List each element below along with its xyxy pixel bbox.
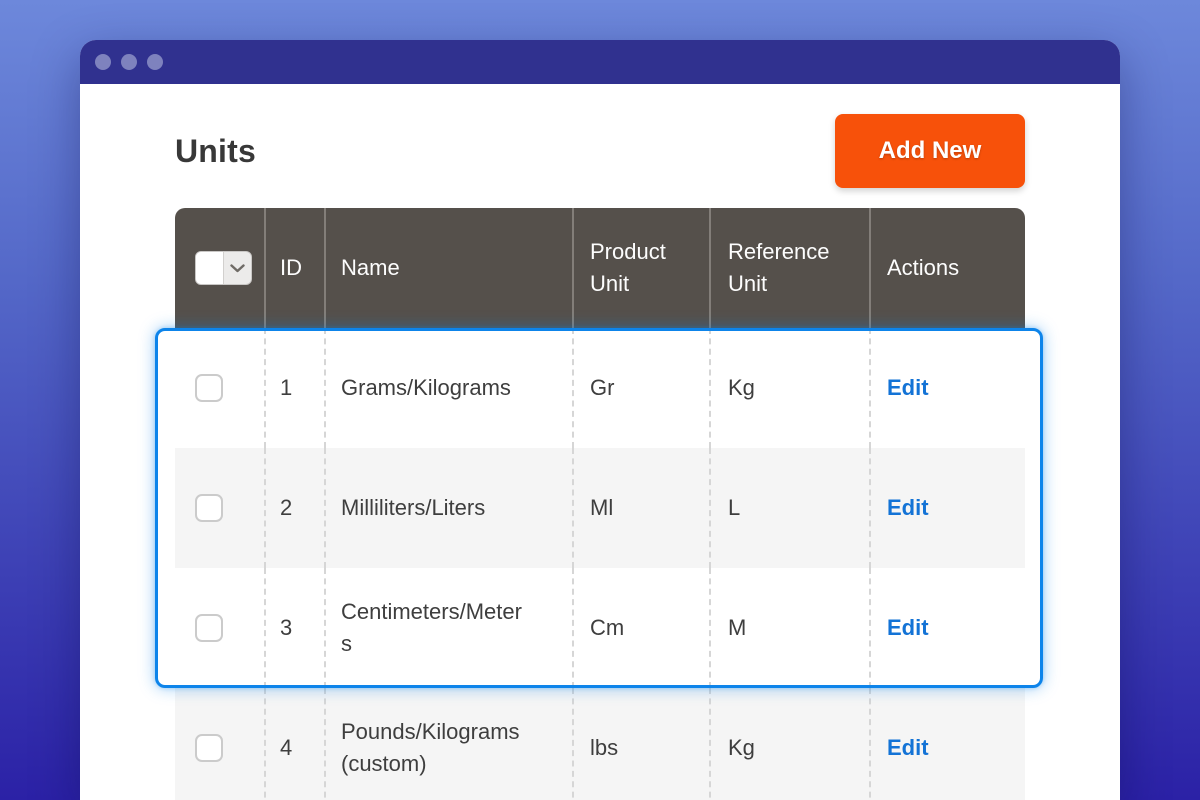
cell-actions: Edit — [871, 568, 1025, 688]
cell-reference-unit: L — [711, 448, 871, 568]
window-titlebar — [80, 40, 1120, 84]
cell-actions: Edit — [871, 328, 1025, 448]
cell-reference-unit: M — [711, 568, 871, 688]
cell-id: 1 — [266, 328, 326, 448]
window-content: Units Add New ID Name Pro — [80, 104, 1120, 800]
cell-product-unit: Ml — [574, 448, 711, 568]
window-control-dot[interactable] — [147, 54, 163, 70]
cell-select — [175, 448, 266, 568]
window-control-dot[interactable] — [121, 54, 137, 70]
select-all-checkbox[interactable] — [196, 252, 224, 284]
cell-reference-unit: Kg — [711, 328, 871, 448]
app-window: Units Add New ID Name Pro — [80, 40, 1120, 800]
select-dropdown-button[interactable] — [224, 252, 251, 284]
cell-select — [175, 688, 266, 800]
select-all-control[interactable] — [195, 251, 252, 285]
cell-select — [175, 568, 266, 688]
table-row: 2 Milliliters/Liters Ml L Edit — [175, 448, 1025, 568]
cell-product-unit: Cm — [574, 568, 711, 688]
cell-id: 3 — [266, 568, 326, 688]
column-header-name: Name — [326, 208, 574, 328]
column-header-product-unit: Product Unit — [574, 208, 711, 328]
table-body: 1 Grams/Kilograms Gr Kg Edit 2 — [175, 328, 1025, 800]
column-header-select — [175, 208, 266, 328]
cell-actions: Edit — [871, 448, 1025, 568]
row-checkbox[interactable] — [195, 374, 223, 402]
cell-select — [175, 328, 266, 448]
column-header-actions: Actions — [871, 208, 1025, 328]
edit-link[interactable]: Edit — [887, 372, 929, 404]
table-row: 4 Pounds/Kilograms (custom) lbs Kg Edit — [175, 688, 1025, 800]
page-header: Units Add New — [175, 104, 1025, 198]
cell-name: Grams/Kilograms — [326, 328, 574, 448]
chevron-down-icon — [230, 264, 245, 273]
units-table: ID Name Product Unit Reference Unit Acti… — [175, 208, 1025, 800]
page-title: Units — [175, 133, 256, 170]
add-new-button[interactable]: Add New — [835, 114, 1025, 188]
cell-id: 2 — [266, 448, 326, 568]
table-row: 3 Centimeters/Meters Cm M Edit — [175, 568, 1025, 688]
window-control-dot[interactable] — [95, 54, 111, 70]
table-header-row: ID Name Product Unit Reference Unit Acti… — [175, 208, 1025, 328]
cell-actions: Edit — [871, 688, 1025, 800]
cell-name: Centimeters/Meters — [326, 568, 574, 688]
row-checkbox[interactable] — [195, 494, 223, 522]
edit-link[interactable]: Edit — [887, 732, 929, 764]
cell-product-unit: lbs — [574, 688, 711, 800]
edit-link[interactable]: Edit — [887, 492, 929, 524]
column-header-id: ID — [266, 208, 326, 328]
cell-product-unit: Gr — [574, 328, 711, 448]
row-checkbox[interactable] — [195, 734, 223, 762]
cell-id: 4 — [266, 688, 326, 800]
cell-reference-unit: Kg — [711, 688, 871, 800]
row-checkbox[interactable] — [195, 614, 223, 642]
edit-link[interactable]: Edit — [887, 612, 929, 644]
cell-name: Pounds/Kilograms (custom) — [326, 688, 574, 800]
column-header-reference-unit: Reference Unit — [711, 208, 871, 328]
table-row: 1 Grams/Kilograms Gr Kg Edit — [175, 328, 1025, 448]
cell-name: Milliliters/Liters — [326, 448, 574, 568]
